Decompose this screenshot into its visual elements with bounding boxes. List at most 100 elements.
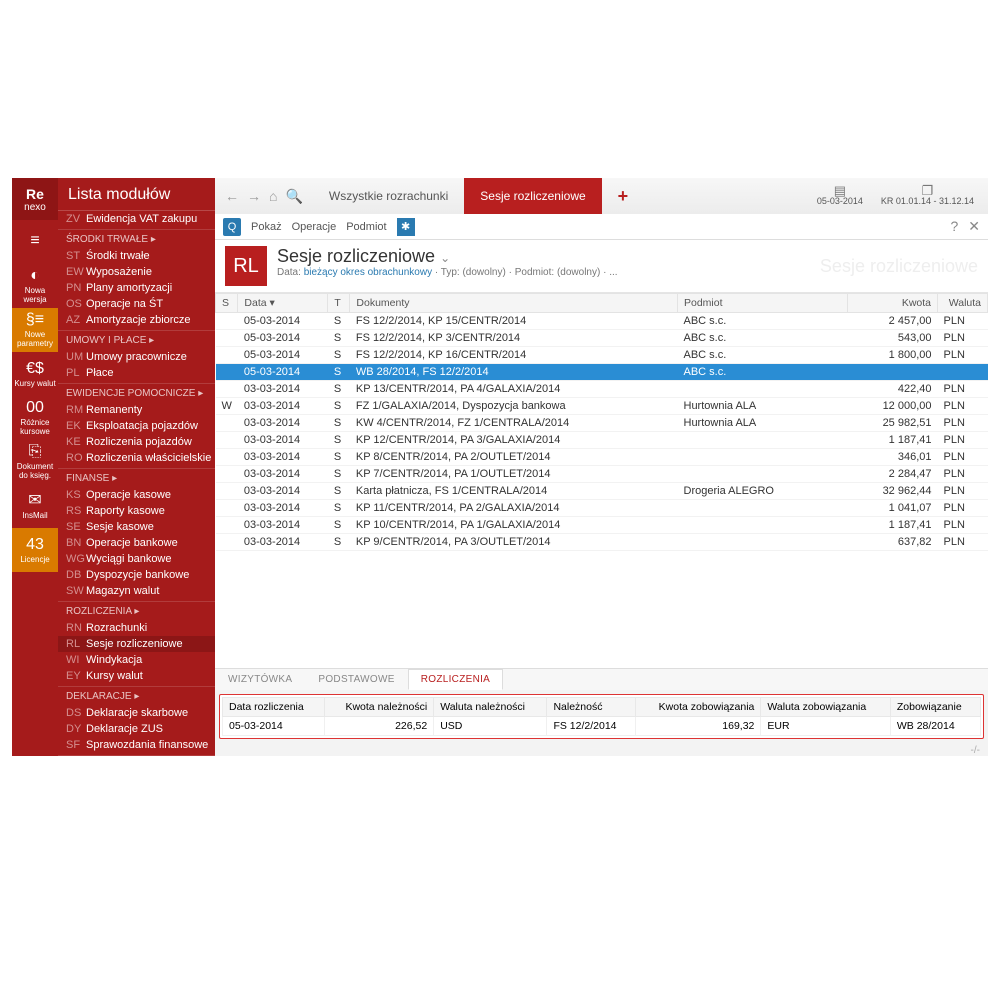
table-row[interactable]: 03-03-2014SKW 4/CENTR/2014, FZ 1/CENTRAL… bbox=[216, 415, 988, 432]
view-title[interactable]: Sesje rozliczeniowe ⌄ bbox=[277, 246, 618, 267]
sidebar-item[interactable]: DYDeklaracje ZUS bbox=[58, 721, 215, 737]
nav-home-icon[interactable]: ⌂ bbox=[269, 188, 277, 204]
dock-item[interactable]: ⎘Dokument do księg. bbox=[12, 440, 58, 484]
table-row[interactable]: 05-03-2014SWB 28/2014, FS 12/2/2014ABC s… bbox=[216, 364, 988, 381]
sidebar-item[interactable]: SFSprawozdania finansowe bbox=[58, 737, 215, 753]
dock-item[interactable]: ✉InsMail bbox=[12, 484, 58, 528]
table-row[interactable]: 03-03-2014SKP 8/CENTR/2014, PA 2/OUTLET/… bbox=[216, 449, 988, 466]
sidebar-item[interactable]: UMUmowy pracownicze bbox=[58, 349, 215, 365]
app-logo: Renexo bbox=[12, 178, 58, 220]
nav-forward-icon[interactable]: → bbox=[247, 188, 261, 204]
table-row[interactable]: 03-03-2014SKP 13/CENTR/2014, PA 4/GALAXI… bbox=[216, 381, 988, 398]
sidebar-item[interactable]: EKEksploatacja pojazdów bbox=[58, 418, 215, 434]
table-row[interactable]: 03-03-2014SKP 11/CENTR/2014, PA 2/GALAXI… bbox=[216, 500, 988, 517]
column-header[interactable]: Data ▾ bbox=[238, 294, 328, 313]
help-icon[interactable]: ? bbox=[950, 218, 958, 235]
watermark: Sesje rozliczeniowe bbox=[820, 256, 978, 277]
sidebar-item[interactable]: KSOperacje kasowe bbox=[58, 487, 215, 503]
period-link[interactable]: bieżący okres obrachunkowy bbox=[304, 267, 432, 278]
main-area: ← → ⌂ 🔍 Wszystkie rozrachunkiSesje rozli… bbox=[215, 178, 988, 756]
sidebar-group[interactable]: UMOWY I PŁACE ▸ bbox=[58, 330, 215, 349]
dock-item[interactable]: ◐Nowa wersja bbox=[12, 264, 58, 308]
sidebar-group[interactable]: ROZLICZENIA ▸ bbox=[58, 601, 215, 620]
detail-column: Waluta zobowiązania bbox=[761, 698, 890, 717]
detail-panel: Data rozliczeniaKwota należnościWaluta n… bbox=[219, 694, 984, 739]
sidebar-group[interactable]: DEKLARACJE ▸ bbox=[58, 686, 215, 705]
toolbar: Q Pokaż Operacje Podmiot ✱ ? ✕ bbox=[215, 214, 988, 240]
sidebar-group[interactable]: ŚRODKI TRWAŁE ▸ bbox=[58, 229, 215, 248]
sidebar-item[interactable]: WIWindykacja bbox=[58, 652, 215, 668]
nav-search-icon[interactable]: 🔍 bbox=[285, 188, 302, 205]
date-indicator[interactable]: ▤05-03-2014 bbox=[817, 186, 863, 206]
column-header[interactable]: Kwota bbox=[848, 294, 938, 313]
nav-back-icon[interactable]: ← bbox=[225, 188, 239, 204]
sidebar-item[interactable]: RNRozrachunki bbox=[58, 620, 215, 636]
sidebar-item[interactable]: PLPłace bbox=[58, 365, 215, 381]
sidebar-item[interactable]: AZAmortyzacje zbiorcze bbox=[58, 312, 215, 328]
app-window: Renexo ≡◐Nowa wersja§≡Nowe parametry€$Ku… bbox=[12, 178, 988, 756]
table-row[interactable]: 03-03-2014SKP 10/CENTR/2014, PA 1/GALAXI… bbox=[216, 517, 988, 534]
tab-add[interactable]: + bbox=[602, 178, 645, 214]
sidebar-item[interactable]: RMRemanenty bbox=[58, 402, 215, 418]
sidebar-item[interactable]: WGWyciągi bankowe bbox=[58, 551, 215, 567]
table-row[interactable]: 05-03-2014SFS 12/2/2014, KP 15/CENTR/201… bbox=[216, 313, 988, 330]
table-row[interactable]: 05-03-2014SFS 12/2/2014, KP 16/CENTR/201… bbox=[216, 347, 988, 364]
sidebar-item[interactable]: DBDyspozycje bankowe bbox=[58, 567, 215, 583]
table-row[interactable]: 03-03-2014SKP 7/CENTR/2014, PA 1/OUTLET/… bbox=[216, 466, 988, 483]
table-row[interactable]: 03-03-2014SKarta płatnicza, FS 1/CENTRAL… bbox=[216, 483, 988, 500]
table-row[interactable]: 05-03-2014SFS 12/2/2014, KP 3/CENTR/2014… bbox=[216, 330, 988, 347]
column-header[interactable]: Dokumenty bbox=[350, 294, 678, 313]
sidebar-item[interactable]: RLSesje rozliczeniowe bbox=[58, 636, 215, 652]
close-icon[interactable]: ✕ bbox=[968, 218, 980, 235]
dock-item[interactable]: 43Licencje bbox=[12, 528, 58, 572]
sidebar-item[interactable]: ZVEwidencja VAT zakupu bbox=[58, 211, 215, 227]
column-header[interactable]: Podmiot bbox=[678, 294, 848, 313]
dock-item[interactable]: 00Różnice kursowe bbox=[12, 396, 58, 440]
left-dock: Renexo ≡◐Nowa wersja§≡Nowe parametry€$Ku… bbox=[12, 178, 58, 756]
dock-item[interactable]: ≡ bbox=[12, 220, 58, 264]
sidebar-group[interactable]: KARTOTEKI ▸ bbox=[58, 755, 215, 756]
detail-tab[interactable]: ROZLICZENIA bbox=[408, 669, 503, 690]
toolbar-subject[interactable]: Podmiot bbox=[346, 221, 386, 233]
dock-item[interactable]: €$Kursy walut bbox=[12, 352, 58, 396]
sidebar-item[interactable]: PNPlany amortyzacji bbox=[58, 280, 215, 296]
sidebar-item[interactable]: RORozliczenia właścicielskie bbox=[58, 450, 215, 466]
table-row[interactable]: W03-03-2014SFZ 1/GALAXIA/2014, Dyspozycj… bbox=[216, 398, 988, 415]
footer-counter: -/- bbox=[215, 743, 988, 756]
column-header[interactable]: T bbox=[328, 294, 350, 313]
detail-column: Data rozliczenia bbox=[223, 698, 325, 717]
toolbar-show[interactable]: Pokaż bbox=[251, 221, 282, 233]
table-row[interactable]: 03-03-2014SKP 12/CENTR/2014, PA 3/GALAXI… bbox=[216, 432, 988, 449]
dock-item[interactable]: §≡Nowe parametry bbox=[12, 308, 58, 352]
column-header[interactable]: Waluta bbox=[938, 294, 988, 313]
sidebar-item[interactable]: STŚrodki trwałe bbox=[58, 248, 215, 264]
detail-column: Zobowiązanie bbox=[890, 698, 980, 717]
toolbar-ops[interactable]: Operacje bbox=[292, 221, 337, 233]
gear-icon[interactable]: ✱ bbox=[397, 218, 415, 236]
column-header[interactable]: S bbox=[216, 294, 238, 313]
sidebar-item[interactable]: RSRaporty kasowe bbox=[58, 503, 215, 519]
detail-tab[interactable]: PODSTAWOWE bbox=[305, 669, 407, 690]
detail-column: Kwota zobowiązania bbox=[635, 698, 761, 717]
detail-tab[interactable]: WIZYTÓWKA bbox=[215, 669, 305, 690]
sidebar-item[interactable]: BNOperacje bankowe bbox=[58, 535, 215, 551]
sidebar-item[interactable]: DSDeklaracje skarbowe bbox=[58, 705, 215, 721]
detail-row[interactable]: 05-03-2014226,52USDFS 12/2/2014169,32EUR… bbox=[223, 717, 981, 736]
sidebar-group[interactable]: EWIDENCJE POMOCNICZE ▸ bbox=[58, 383, 215, 402]
detail-column: Kwota należności bbox=[324, 698, 434, 717]
sidebar-title: Lista modułów bbox=[58, 178, 215, 211]
quickfilter-icon[interactable]: Q bbox=[223, 218, 241, 236]
sidebar-group[interactable]: FINANSE ▸ bbox=[58, 468, 215, 487]
sidebar-item[interactable]: SWMagazyn walut bbox=[58, 583, 215, 599]
sidebar-item[interactable]: SESesje kasowe bbox=[58, 519, 215, 535]
sidebar-item[interactable]: OSOperacje na ŚT bbox=[58, 296, 215, 312]
period-indicator[interactable]: ❐KR 01.01.14 - 31.12.14 bbox=[881, 186, 974, 206]
tab[interactable]: Wszystkie rozrachunki bbox=[313, 178, 464, 214]
sidebar-item[interactable]: EWWyposażenie bbox=[58, 264, 215, 280]
main-grid[interactable]: SData ▾TDokumentyPodmiotKwotaWaluta05-03… bbox=[215, 293, 988, 668]
sidebar-item[interactable]: EYKursy walut bbox=[58, 668, 215, 684]
table-row[interactable]: 03-03-2014SKP 9/CENTR/2014, PA 3/OUTLET/… bbox=[216, 534, 988, 551]
view-filter-summary: Data: bieżący okres obrachunkowy · Typ: … bbox=[277, 267, 618, 278]
sidebar-item[interactable]: KERozliczenia pojazdów bbox=[58, 434, 215, 450]
tab[interactable]: Sesje rozliczeniowe bbox=[464, 178, 601, 214]
